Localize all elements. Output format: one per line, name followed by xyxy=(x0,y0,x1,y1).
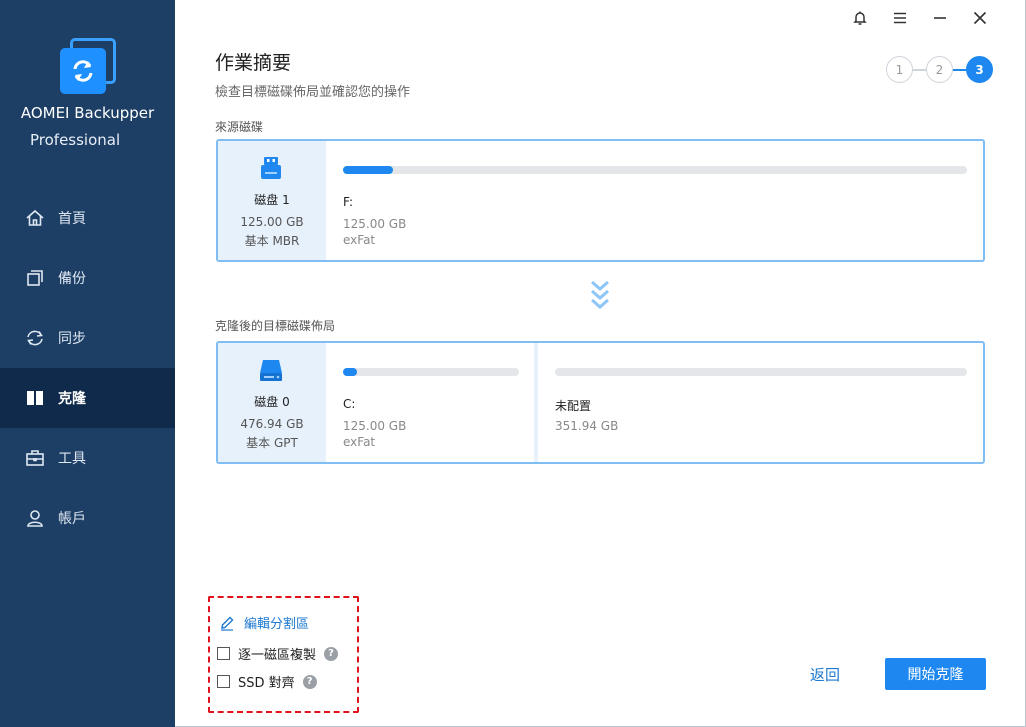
step-connector xyxy=(913,69,926,71)
sidebar-item-label: 同步 xyxy=(58,331,86,347)
partition-unallocated[interactable]: 未配置 351.94 GB xyxy=(555,343,969,462)
destination-disk-info: 磁盘 0 476.94 GB 基本 GPT xyxy=(218,343,326,462)
account-icon xyxy=(24,507,46,529)
sector-by-sector-checkbox[interactable] xyxy=(217,647,230,660)
page-title: 作業摘要 xyxy=(215,52,292,74)
backup-icon xyxy=(24,267,46,289)
clone-icon xyxy=(24,387,46,409)
help-icon[interactable]: ? xyxy=(302,674,317,689)
partition-separator xyxy=(534,343,538,462)
app-logo xyxy=(60,38,118,96)
back-button[interactable]: 返回 xyxy=(798,664,852,686)
tools-icon xyxy=(24,447,46,469)
double-chevron-down-icon xyxy=(591,280,609,309)
step-2: 2 xyxy=(926,56,953,83)
page-subtitle: 檢查目標磁碟佈局並確認您的操作 xyxy=(215,85,411,100)
partition-f[interactable]: F: 125.00 GB exFat xyxy=(343,141,969,260)
partition-letter: F: xyxy=(343,195,354,209)
refresh-logo-icon xyxy=(73,60,93,82)
sidebar-item-label: 工具 xyxy=(58,451,86,467)
sidebar: AOMEI Backupper Professional 首頁 備份 同步 克隆 xyxy=(0,0,175,727)
app-edition: Professional xyxy=(30,131,121,149)
disk-size: 125.00 GB xyxy=(240,215,304,229)
step-3: 3 xyxy=(966,56,993,83)
step-connector xyxy=(953,69,966,71)
sidebar-item-label: 首頁 xyxy=(58,211,86,227)
source-disk-label: 來源磁碟 xyxy=(215,120,264,134)
window-controls xyxy=(826,0,1026,36)
sidebar-item-tools[interactable]: 工具 xyxy=(0,428,175,488)
partition-size: 125.00 GB xyxy=(343,419,407,433)
edit-partitions-label: 編輯分割區 xyxy=(244,617,310,632)
edit-partitions-link[interactable]: 編輯分割區 xyxy=(219,613,309,632)
ssd-align-label[interactable]: SSD 對齊 xyxy=(238,672,295,691)
partition-usage-bar xyxy=(555,368,967,376)
partition-c[interactable]: C: 125.00 GB exFat xyxy=(343,343,533,462)
disk-type: 基本 GPT xyxy=(246,436,298,450)
sidebar-item-clone[interactable]: 克隆 xyxy=(0,368,175,428)
home-icon xyxy=(24,207,46,229)
destination-disk-label: 克隆後的目標磁碟佈局 xyxy=(215,319,336,333)
partition-filesystem: exFat xyxy=(343,233,376,247)
pencil-icon xyxy=(221,616,234,631)
sidebar-item-home[interactable]: 首頁 xyxy=(0,188,175,248)
close-icon[interactable] xyxy=(967,6,993,30)
partition-usage-bar xyxy=(343,166,967,174)
sector-by-sector-option: 逐一磁區複製 ? xyxy=(217,644,339,663)
sidebar-item-account[interactable]: 帳戶 xyxy=(0,488,175,548)
partition-size: 351.94 GB xyxy=(555,419,619,433)
partition-letter: C: xyxy=(343,397,356,411)
disk-name: 磁盘 1 xyxy=(254,193,290,207)
ssd-align-checkbox[interactable] xyxy=(217,675,230,688)
partition-letter: 未配置 xyxy=(555,399,592,413)
source-disk-info: 磁盘 1 125.00 GB 基本 MBR xyxy=(218,141,326,260)
ssd-align-option: SSD 對齊 ? xyxy=(217,672,317,691)
step-1: 1 xyxy=(886,56,913,83)
sidebar-item-sync[interactable]: 同步 xyxy=(0,308,175,368)
sidebar-item-label: 帳戶 xyxy=(58,511,86,527)
step-indicator: 1 2 3 xyxy=(886,56,996,83)
usb-disk-icon xyxy=(261,157,281,179)
minimize-icon[interactable] xyxy=(927,6,953,30)
disk-type: 基本 MBR xyxy=(244,234,300,248)
sidebar-item-label: 備份 xyxy=(58,271,86,287)
app-name: AOMEI Backupper xyxy=(20,104,155,122)
partition-usage-bar xyxy=(343,368,519,376)
bell-icon[interactable] xyxy=(847,6,873,30)
start-clone-button[interactable]: 開始克隆 xyxy=(885,658,986,690)
source-disk-card[interactable]: 磁盘 1 125.00 GB 基本 MBR F: 125.00 GB exFat xyxy=(216,139,985,262)
help-icon[interactable]: ? xyxy=(324,646,339,661)
destination-disk-card[interactable]: 磁盘 0 476.94 GB 基本 GPT C: 125.00 GB exFat… xyxy=(216,341,985,464)
sidebar-item-label: 克隆 xyxy=(58,391,86,407)
sector-by-sector-label[interactable]: 逐一磁區複製 xyxy=(238,644,316,663)
disk-size: 476.94 GB xyxy=(240,417,304,431)
partition-filesystem: exFat xyxy=(343,435,376,449)
sidebar-nav: 首頁 備份 同步 克隆 工具 帳戶 xyxy=(0,188,175,548)
sidebar-item-backup[interactable]: 備份 xyxy=(0,248,175,308)
hard-disk-icon xyxy=(260,360,282,381)
partition-size: 125.00 GB xyxy=(343,217,407,231)
sync-icon xyxy=(24,327,46,349)
menu-icon[interactable] xyxy=(887,6,913,30)
disk-name: 磁盘 0 xyxy=(254,395,290,409)
